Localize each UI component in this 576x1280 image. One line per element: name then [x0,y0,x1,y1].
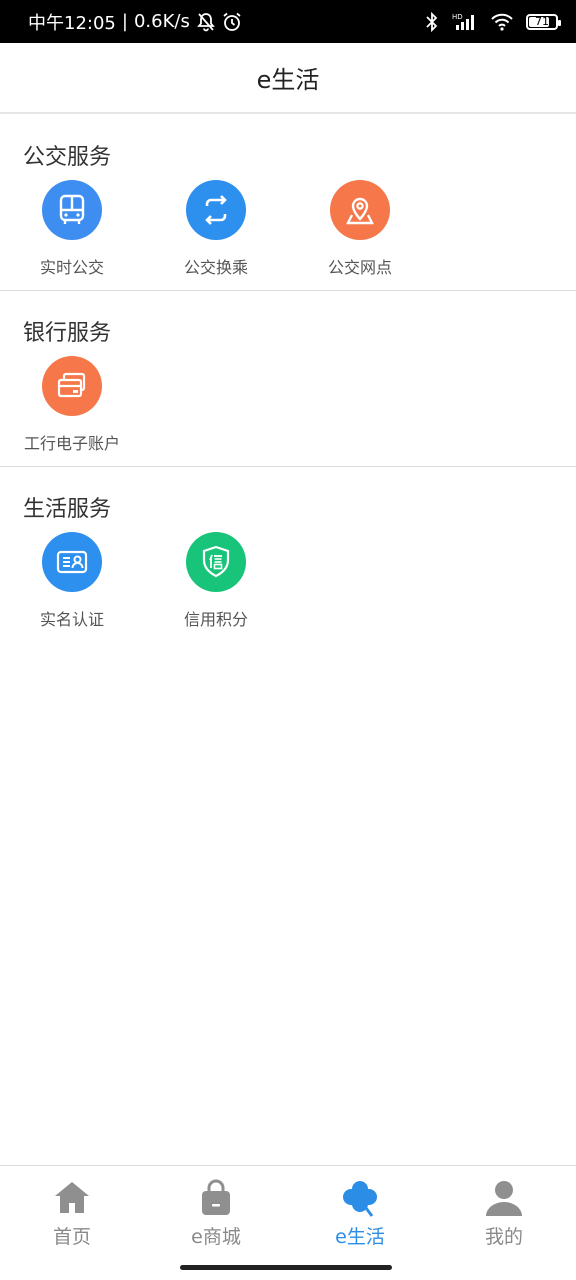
status-separator: | [121,11,128,32]
wifi-icon [490,12,514,32]
nav-label: e商城 [191,1226,241,1248]
bottom-nav: 首页 e商城 e生活 我的 [0,1165,576,1280]
section-title: 生活服务 [23,497,112,522]
status-net-speed: 0.6K/s [133,11,190,32]
status-bar: 中午12:05 | 0.6K/s HD 71 [0,0,576,43]
item-label: 公交网点 [327,258,392,277]
map-pin-icon [330,180,390,240]
svg-text:HD: HD [452,13,463,21]
shopping-bag-icon [144,1178,288,1218]
item-label: 实时公交 [39,258,104,277]
grid-item-bus-stations[interactable]: 公交网点 [288,180,432,278]
battery-icon: 71 [526,13,561,30]
nav-label: 我的 [484,1226,523,1248]
grid-item-bus-transfer[interactable]: 公交换乘 [144,180,288,278]
section-title: 公交服务 [23,145,112,170]
bell-off-icon [196,12,216,32]
bank-card-icon [42,356,102,416]
id-card-icon [42,532,102,592]
item-label: 工行电子账户 [23,434,120,453]
section-title: 银行服务 [23,321,112,346]
bluetooth-icon [424,11,440,32]
user-icon [432,1178,576,1218]
bus-icon [42,180,102,240]
battery-level: 71 [535,15,549,28]
nav-item-mine[interactable]: 我的 [432,1178,576,1249]
nav-label: 首页 [52,1226,91,1248]
item-label: 信用积分 [183,610,248,629]
grid-item-realtime-bus[interactable]: 实时公交 [0,180,144,278]
grid-item-icbc-account[interactable]: 工行电子账户 [0,356,144,454]
credit-shield-icon [186,532,246,592]
clover-icon [288,1178,432,1218]
hd-signal-icon: HD [452,12,478,32]
grid-item-credit-points[interactable]: 信用积分 [144,532,288,630]
grid-item-real-name-auth[interactable]: 实名认证 [0,532,144,630]
item-label: 公交换乘 [183,258,248,277]
nav-item-home[interactable]: 首页 [0,1178,144,1249]
section-bus-services: 公交服务 实时公交 公交换乘 公交网点 [0,115,576,290]
page-header: e生活 [0,43,576,114]
home-icon [0,1178,144,1218]
page-title: e生活 [256,66,320,94]
status-time: 中午12:05 [28,12,116,34]
section-life-services: 生活服务 实名认证 信用积分 [0,467,576,642]
alarm-icon [222,12,242,32]
section-bank-services: 银行服务 工行电子账户 [0,291,576,466]
nav-item-mall[interactable]: e商城 [144,1178,288,1249]
item-label: 实名认证 [39,610,104,629]
nav-label: e生活 [335,1226,385,1248]
transfer-icon [186,180,246,240]
nav-item-life[interactable]: e生活 [288,1178,432,1249]
home-indicator[interactable] [180,1265,392,1270]
